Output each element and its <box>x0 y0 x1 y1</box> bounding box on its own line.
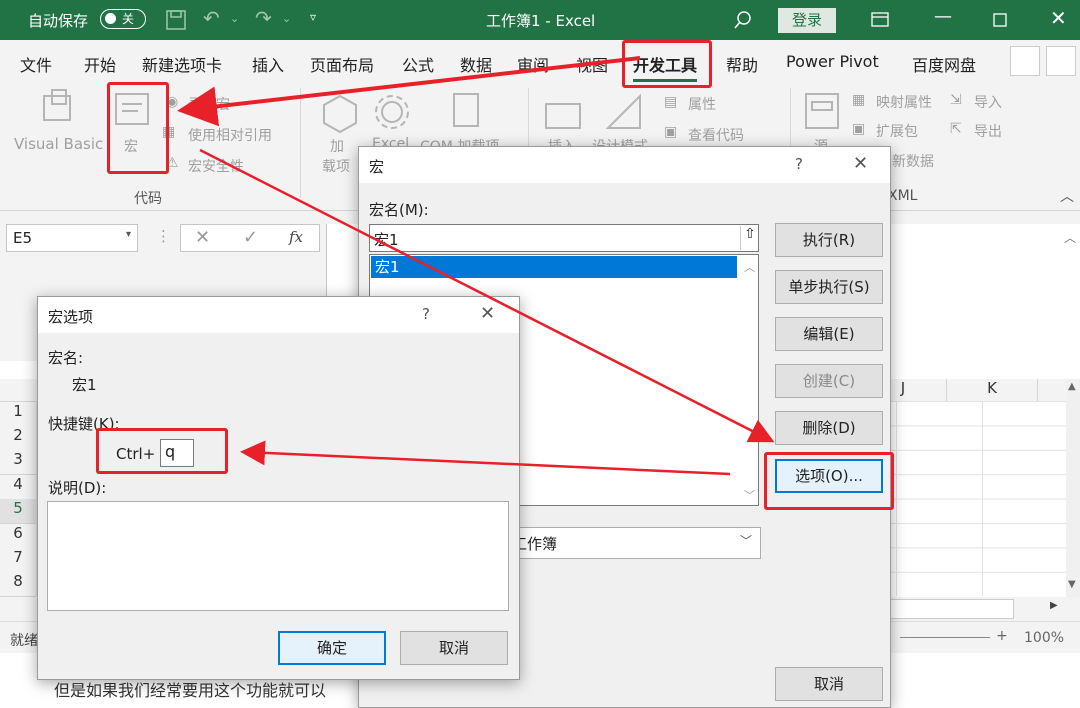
arrow-developer-to-macros <box>177 56 641 127</box>
arrow-options-to-shortcut <box>240 440 731 476</box>
annotation-arrows <box>177 56 775 476</box>
arrow-macros-to-options <box>199 148 775 443</box>
